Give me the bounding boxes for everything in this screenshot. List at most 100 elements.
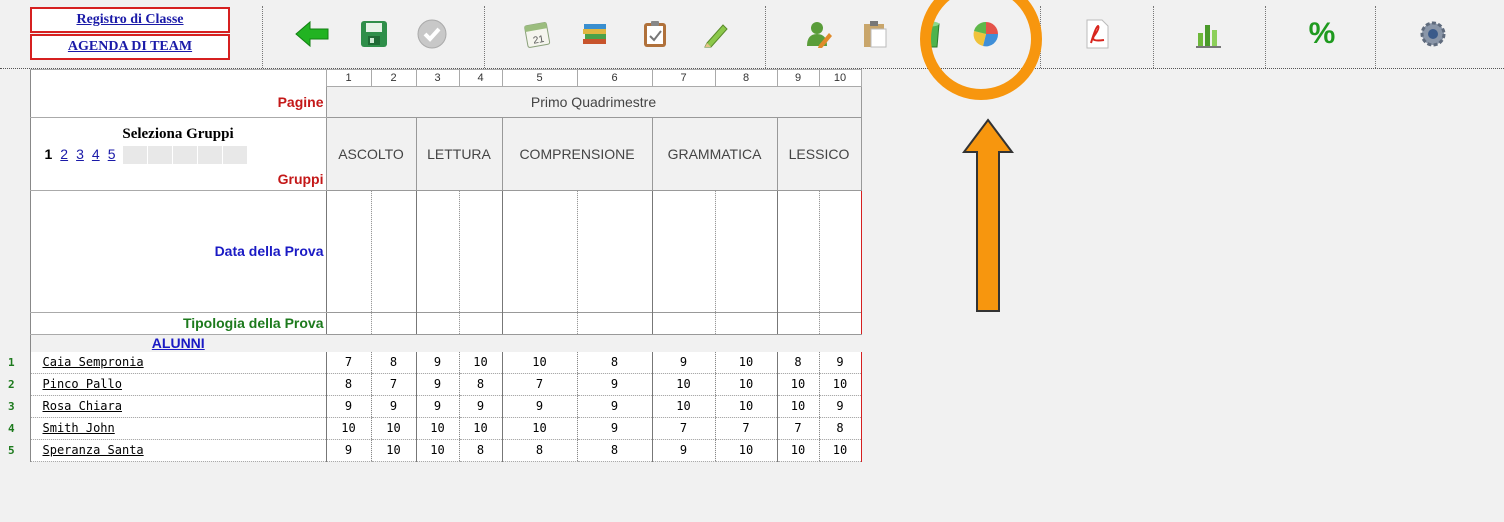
date-cell[interactable]	[651, 190, 715, 312]
student-name-link[interactable]: Speranza Santa	[43, 443, 144, 457]
percent-icon[interactable]: %	[1303, 15, 1341, 53]
tipologia-cell[interactable]	[501, 311, 577, 335]
date-cell[interactable]	[501, 190, 577, 312]
date-cell[interactable]	[458, 190, 502, 312]
tipologia-cell[interactable]	[714, 311, 777, 335]
date-cell[interactable]	[776, 190, 819, 312]
user-edit-icon[interactable]	[800, 15, 838, 53]
score-cell[interactable]: 7	[776, 417, 819, 440]
score-cell[interactable]: 7	[370, 373, 416, 396]
tipologia-cell[interactable]	[325, 311, 371, 335]
score-cell[interactable]: 10	[325, 417, 371, 440]
score-cell[interactable]: 9	[651, 439, 715, 462]
score-cell[interactable]: 10	[776, 373, 819, 396]
score-cell[interactable]: 7	[714, 417, 777, 440]
calendar-icon[interactable]: 21	[518, 15, 556, 53]
tipologia-cell[interactable]	[370, 311, 416, 335]
score-cell[interactable]: 10	[370, 439, 416, 462]
score-cell[interactable]: 10	[818, 439, 862, 462]
score-cell[interactable]: 10	[458, 351, 502, 374]
save-disk-icon[interactable]	[355, 15, 393, 53]
score-cell[interactable]: 10	[651, 395, 715, 418]
score-cell[interactable]: 10	[776, 395, 819, 418]
score-cell[interactable]: 8	[325, 373, 371, 396]
student-name-link[interactable]: Smith John	[43, 421, 115, 435]
date-cell[interactable]	[714, 190, 777, 312]
group-5-link[interactable]: 5	[108, 146, 116, 162]
score-cell[interactable]: 9	[818, 351, 862, 374]
score-cell[interactable]: 9	[415, 373, 459, 396]
score-cell[interactable]: 9	[576, 373, 652, 396]
score-cell[interactable]: 10	[714, 439, 777, 462]
score-cell[interactable]: 8	[818, 417, 862, 440]
score-cell[interactable]: 9	[818, 395, 862, 418]
score-cell[interactable]: 10	[501, 417, 577, 440]
back-arrow-icon[interactable]	[293, 15, 331, 53]
alunni-link[interactable]: ALUNNI	[152, 335, 205, 351]
score-cell[interactable]: 10	[415, 439, 459, 462]
date-cell[interactable]	[576, 190, 652, 312]
score-cell[interactable]: 10	[501, 351, 577, 374]
score-cell[interactable]: 9	[501, 395, 577, 418]
student-name-link[interactable]: Pinco Pallo	[43, 377, 122, 391]
score-cell[interactable]: 10	[415, 417, 459, 440]
score-cell[interactable]: 9	[576, 417, 652, 440]
tipologia-cell[interactable]	[458, 311, 502, 335]
date-cell[interactable]	[818, 190, 862, 312]
score-cell[interactable]: 9	[576, 395, 652, 418]
score-cell[interactable]: 9	[370, 395, 416, 418]
score-cell[interactable]: 9	[415, 395, 459, 418]
tipologia-cell[interactable]	[651, 311, 715, 335]
score-cell[interactable]: 8	[501, 439, 577, 462]
pencil-icon[interactable]	[697, 15, 735, 53]
group-3-link[interactable]: 3	[76, 146, 84, 162]
agenda-di-team-link-text[interactable]: AGENDA DI TEAM	[68, 39, 192, 54]
group-4-link[interactable]: 4	[92, 146, 100, 162]
score-cell[interactable]: 10	[714, 395, 777, 418]
paste-icon[interactable]	[856, 15, 894, 53]
pdf-icon[interactable]	[1078, 15, 1116, 53]
highlight-circle	[920, 0, 1042, 100]
agenda-di-team-link[interactable]: AGENDA DI TEAM	[30, 34, 230, 60]
score-cell[interactable]: 10	[370, 417, 416, 440]
tipologia-cell[interactable]	[415, 311, 459, 335]
score-cell[interactable]: 8	[576, 351, 652, 374]
clipboard-icon[interactable]	[636, 15, 674, 53]
score-cell[interactable]: 8	[776, 351, 819, 374]
score-cell[interactable]: 9	[325, 439, 371, 462]
score-cell[interactable]: 10	[818, 373, 862, 396]
score-cell[interactable]: 10	[776, 439, 819, 462]
category-header: LETTURA	[415, 116, 503, 191]
score-cell[interactable]: 9	[325, 395, 371, 418]
tipologia-cell[interactable]	[776, 311, 819, 335]
score-cell[interactable]: 8	[458, 373, 502, 396]
score-cell[interactable]: 10	[651, 373, 715, 396]
score-cell[interactable]: 9	[651, 351, 715, 374]
score-cell[interactable]: 8	[576, 439, 652, 462]
score-cell[interactable]: 8	[370, 351, 416, 374]
score-cell[interactable]: 10	[458, 417, 502, 440]
checkmark-icon[interactable]	[413, 15, 451, 53]
date-cell[interactable]	[325, 190, 371, 312]
group-2-link[interactable]: 2	[60, 146, 68, 162]
student-name-link[interactable]: Rosa Chiara	[43, 399, 122, 413]
score-cell[interactable]: 8	[458, 439, 502, 462]
date-cell[interactable]	[415, 190, 459, 312]
score-cell[interactable]: 9	[415, 351, 459, 374]
score-cell[interactable]: 9	[458, 395, 502, 418]
score-cell[interactable]: 7	[325, 351, 371, 374]
settings-gear-icon[interactable]	[1414, 15, 1452, 53]
books-icon[interactable]	[576, 15, 614, 53]
tipologia-cell[interactable]	[818, 311, 862, 335]
score-cell[interactable]: 7	[501, 373, 577, 396]
bar-chart-icon[interactable]	[1190, 15, 1228, 53]
date-cell[interactable]	[370, 190, 416, 312]
registro-di-classe-link[interactable]: Registro di Classe	[30, 7, 230, 33]
student-name-link[interactable]: Caia Sempronia	[43, 355, 144, 369]
registro-di-classe-link-text[interactable]: Registro di Classe	[76, 12, 183, 27]
empty-group-slot	[223, 146, 248, 165]
score-cell[interactable]: 7	[651, 417, 715, 440]
score-cell[interactable]: 10	[714, 351, 777, 374]
score-cell[interactable]: 10	[714, 373, 777, 396]
tipologia-cell[interactable]	[576, 311, 652, 335]
